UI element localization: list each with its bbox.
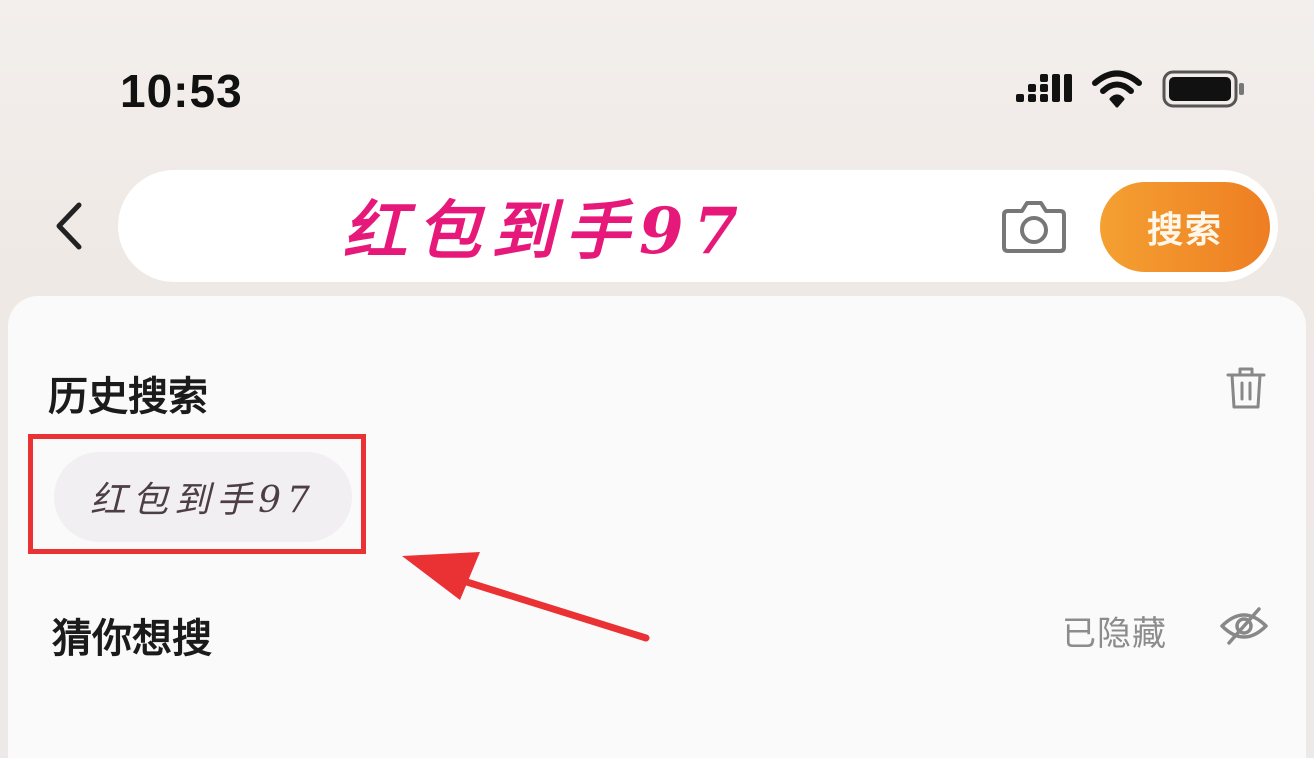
battery-icon	[1162, 70, 1246, 112]
search-bar: 搜索	[0, 168, 1314, 286]
toggle-visibility-button[interactable]	[1216, 604, 1272, 652]
eye-off-icon	[1219, 606, 1269, 650]
guess-title: 猜你想搜	[52, 616, 212, 662]
search-suggestions-panel: 历史搜索 红包到手97 猜你想搜 已隐藏	[8, 296, 1306, 758]
camera-button[interactable]	[998, 198, 1070, 258]
status-time: 10:53	[120, 65, 243, 117]
search-box[interactable]: 搜索	[118, 170, 1278, 282]
back-button[interactable]	[40, 196, 96, 260]
search-button[interactable]: 搜索	[1100, 182, 1270, 272]
clear-history-button[interactable]	[1222, 364, 1270, 416]
history-item[interactable]: 红包到手97	[54, 452, 352, 542]
hidden-status-label: 已隐藏	[1062, 614, 1167, 654]
chevron-left-icon	[51, 201, 85, 255]
trash-icon	[1226, 365, 1266, 415]
search-input[interactable]	[343, 182, 843, 270]
history-title: 历史搜索	[48, 374, 208, 420]
wifi-icon	[1092, 70, 1142, 112]
arrow-annotation	[402, 552, 650, 642]
camera-icon	[1000, 197, 1068, 259]
signal-icon	[1016, 72, 1072, 110]
status-icons	[1016, 70, 1246, 112]
status-bar: 10:53	[0, 0, 1314, 150]
